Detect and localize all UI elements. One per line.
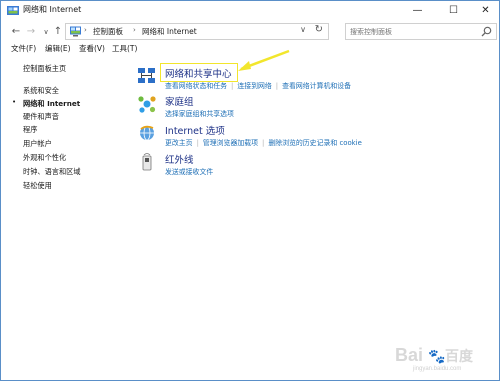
sidebar-item-appearance[interactable]: 外观和个性化 — [23, 153, 66, 163]
homegroup-links: 选择家庭组和共享选项 — [165, 108, 234, 118]
control-panel-window: 网络和 Internet — ☐ ✕ ← → ∨ ↑ › 控制面板 › 网络和 … — [0, 0, 500, 381]
infrared-title[interactable]: 红外线 — [165, 152, 194, 166]
choose-homegroup-options-link[interactable]: 选择家庭组和共享选项 — [165, 110, 234, 118]
homegroup-icon — [138, 96, 156, 113]
view-network-status-link[interactable]: 查看网络状态和任务 — [165, 82, 227, 90]
sidebar-item-user-accounts[interactable]: 用户帐户 — [23, 139, 52, 149]
menu-file[interactable]: 文件(F) — [11, 43, 36, 54]
address-dropdown-chevron-icon[interactable]: ∨ — [300, 25, 306, 34]
navigation-bar: ← → ∨ ↑ › 控制面板 › 网络和 Internet ∨ ↻ — [1, 21, 499, 43]
connect-to-network-link[interactable]: 连接到网络 — [237, 82, 271, 90]
forward-arrow-icon[interactable]: → — [24, 25, 38, 39]
manage-addons-link[interactable]: 管理浏览器加载项 — [203, 139, 258, 147]
network-sharing-icon — [138, 68, 155, 83]
sidebar-item-hardware-sound[interactable]: 硬件和声音 — [23, 112, 59, 122]
delete-history-link[interactable]: 删除浏览的历史记录和 cookie — [268, 139, 361, 147]
view-network-computers-link[interactable]: 查看网络计算机和设备 — [282, 82, 351, 90]
highlight-box — [160, 63, 238, 82]
refresh-icon[interactable]: ↻ — [315, 24, 323, 35]
active-item-bullet-icon: • — [12, 98, 17, 106]
sidebar-item-programs[interactable]: 程序 — [23, 125, 37, 135]
control-panel-icon — [70, 26, 81, 37]
infrared-icon — [142, 153, 152, 171]
menu-tools[interactable]: 工具(T) — [112, 43, 137, 54]
title-bar: 网络和 Internet — ☐ ✕ — [1, 1, 499, 21]
window-title: 网络和 Internet — [23, 5, 82, 14]
search-icon[interactable] — [481, 26, 492, 37]
infrared-links: 发送或接收文件 — [165, 166, 213, 176]
control-panel-app-icon — [7, 6, 19, 15]
up-arrow-icon[interactable]: ↑ — [51, 25, 65, 39]
svg-text:百度: 百度 — [445, 348, 474, 365]
back-arrow-icon[interactable]: ← — [9, 25, 23, 39]
sidebar: 控制面板主页 系统和安全 • 网络和 Internet 硬件和声音 程序 用户帐… — [1, 57, 121, 377]
sidebar-item-ease-of-access[interactable]: 轻松使用 — [23, 181, 52, 191]
search-box[interactable] — [345, 23, 497, 40]
svg-text:🐾: 🐾 — [428, 348, 445, 365]
breadcrumb-network-internet[interactable]: 网络和 Internet — [142, 26, 197, 37]
svg-text:jingyan.baidu.com: jingyan.baidu.com — [412, 366, 461, 372]
sidebar-item-system-security[interactable]: 系统和安全 — [23, 86, 59, 96]
sidebar-item-control-panel-home[interactable]: 控制面板主页 — [23, 64, 66, 74]
maximize-button[interactable]: ☐ — [441, 1, 466, 21]
annotation-arrow-icon — [238, 49, 290, 71]
internet-options-title[interactable]: Internet 选项 — [165, 123, 225, 137]
internet-options-links: 更改主页 | 管理浏览器加载项 | 删除浏览的历史记录和 cookie — [165, 139, 362, 147]
svg-text:Bai: Bai — [395, 345, 423, 365]
sidebar-item-network-internet[interactable]: 网络和 Internet — [23, 99, 80, 109]
close-button[interactable]: ✕ — [473, 1, 498, 21]
breadcrumb-separator-icon: › — [84, 26, 87, 34]
minimize-button[interactable]: — — [405, 1, 430, 21]
internet-options-icon — [140, 125, 154, 141]
baidu-logo-icon: Bai 🐾 百度 jingyan.baidu.com — [395, 345, 474, 372]
menu-edit[interactable]: 编辑(E) — [45, 43, 71, 54]
change-homepage-link[interactable]: 更改主页 — [165, 139, 193, 147]
baidu-watermark-logo: Bai 🐾 百度 jingyan.baidu.com — [395, 342, 493, 376]
breadcrumb-separator-icon: › — [133, 26, 136, 34]
sidebar-item-clock-language-region[interactable]: 时钟、语言和区域 — [23, 167, 81, 177]
search-input[interactable] — [350, 25, 470, 38]
address-bar[interactable]: › 控制面板 › 网络和 Internet ∨ ↻ — [65, 23, 329, 40]
menu-view[interactable]: 查看(V) — [79, 43, 105, 54]
breadcrumb-control-panel[interactable]: 控制面板 — [93, 26, 123, 37]
send-receive-files-link[interactable]: 发送或接收文件 — [165, 168, 213, 176]
homegroup-title[interactable]: 家庭组 — [165, 94, 194, 108]
